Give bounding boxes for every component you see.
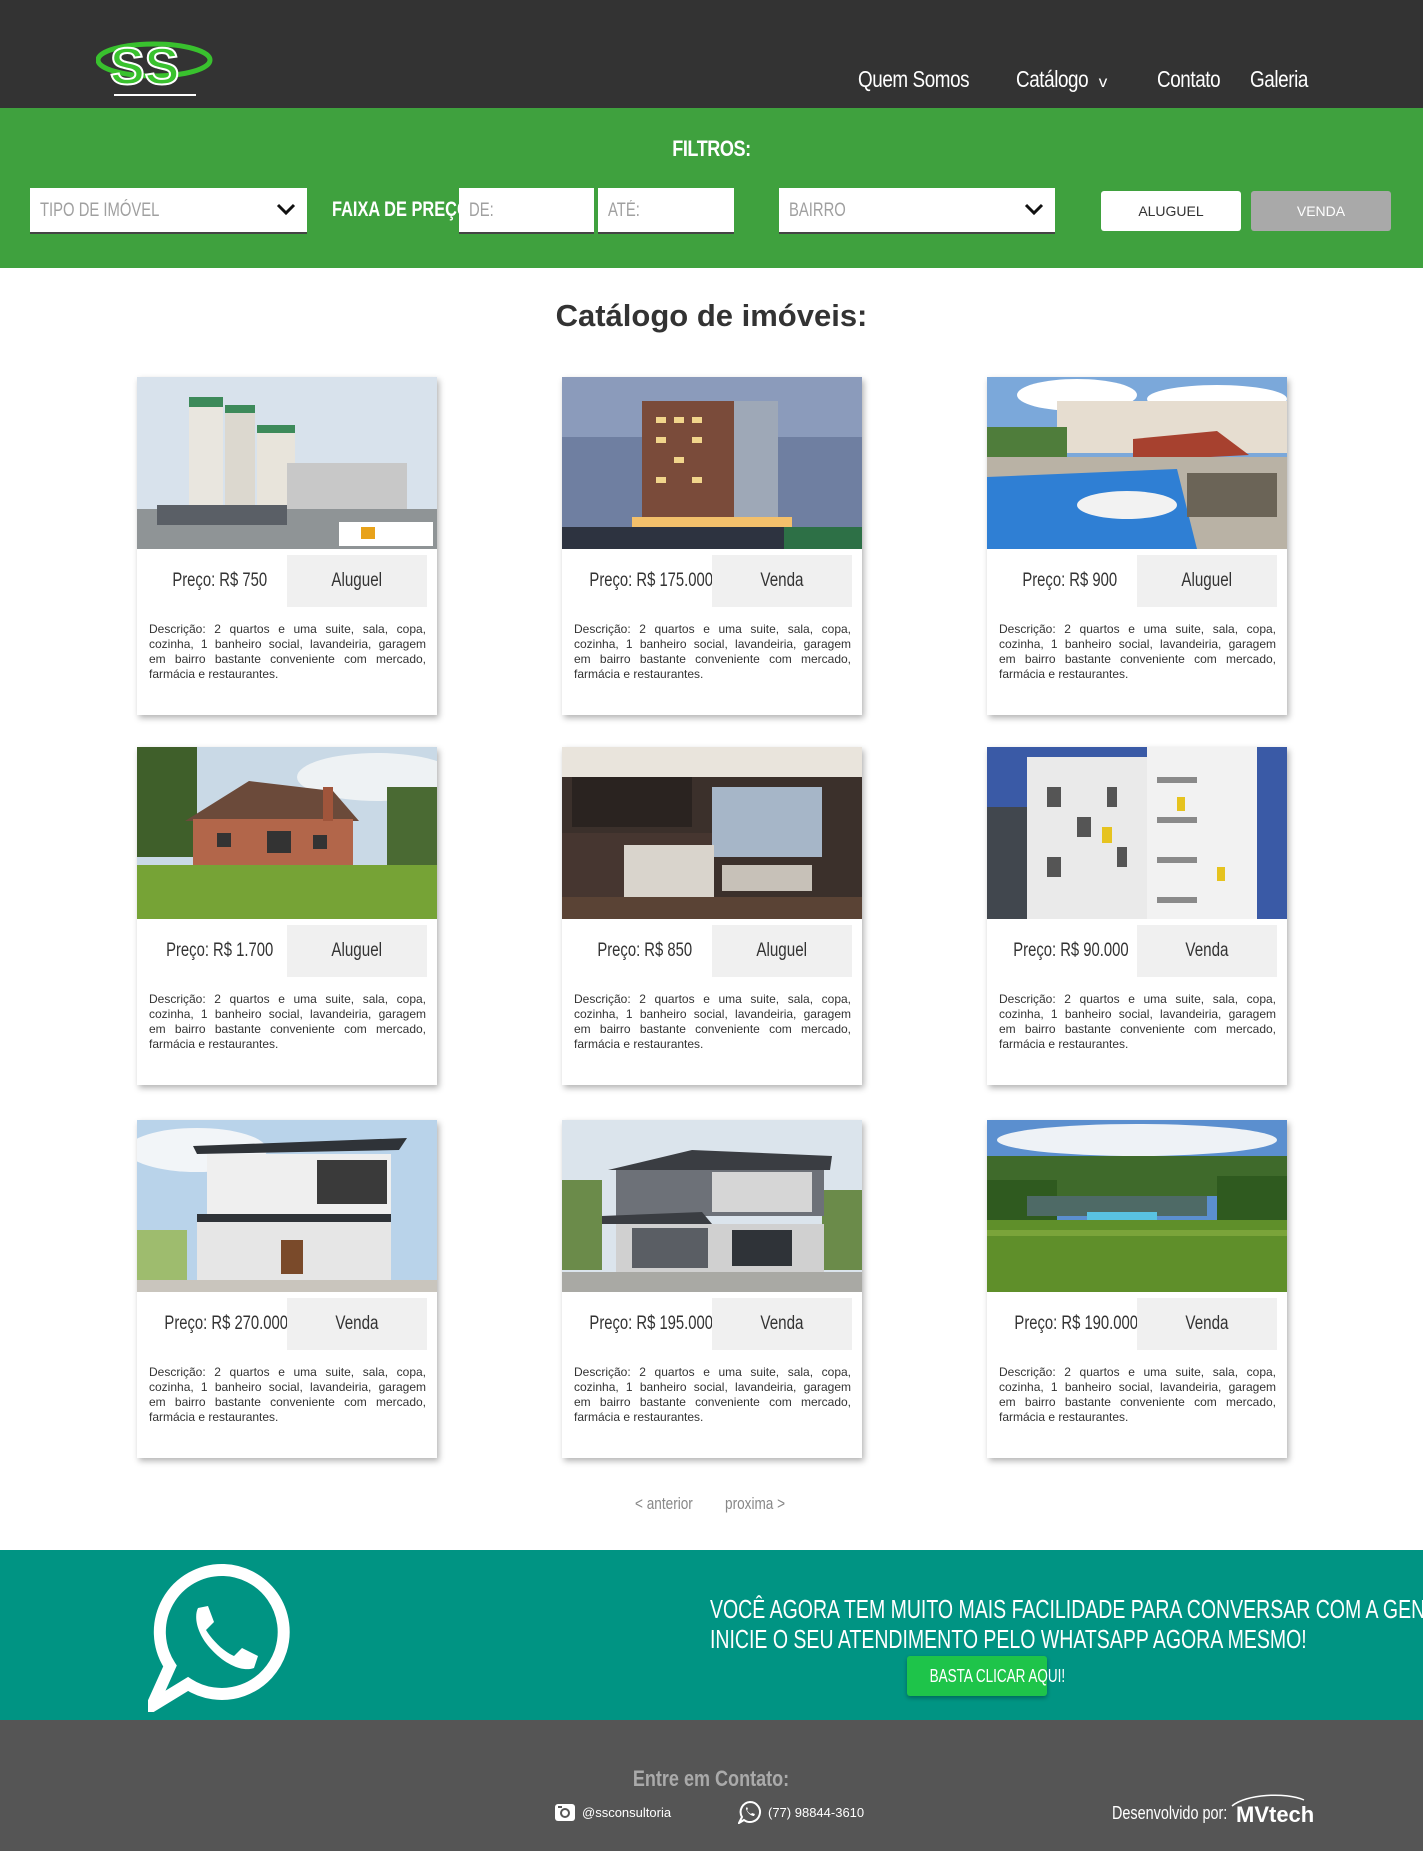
tipo-imovel-placeholder: TIPO DE IMÓVEL bbox=[40, 200, 160, 221]
bairro-select[interactable]: BAIRRO bbox=[779, 188, 1055, 234]
instagram-link[interactable]: @ssconsultoria bbox=[554, 1799, 671, 1825]
property-type-button[interactable]: Venda bbox=[1137, 925, 1277, 977]
property-description: Descrição: 2 quartos e uma suite, sala, … bbox=[999, 1365, 1276, 1424]
property-price: Preço: R$ 90.000 bbox=[1013, 940, 1129, 961]
property-description: Descrição: 2 quartos e uma suite, sala, … bbox=[574, 622, 851, 681]
chevron-down-icon bbox=[1024, 203, 1044, 216]
nav-quem-somos[interactable]: Quem Somos bbox=[858, 66, 970, 93]
property-card[interactable]: Preço: R$ 90.000 Venda Descrição: 2 quar… bbox=[987, 747, 1287, 1085]
preco-de-input[interactable]: DE: bbox=[459, 188, 594, 234]
property-type-button[interactable]: Venda bbox=[1137, 1298, 1277, 1350]
whatsapp-icon[interactable] bbox=[148, 1560, 300, 1712]
property-description: Descrição: 2 quartos e uma suite, sala, … bbox=[149, 622, 426, 681]
filters-title: FILTROS: bbox=[672, 136, 751, 161]
property-photo[interactable] bbox=[137, 1120, 437, 1292]
site-header: SS Quem Somos Catálogo v Contato Galeria bbox=[0, 0, 1423, 108]
property-type-button[interactable]: Venda bbox=[712, 1298, 852, 1350]
main-nav: Quem Somos Catálogo v Contato Galeria bbox=[0, 66, 1423, 100]
property-price: Preço: R$ 850 bbox=[597, 940, 693, 961]
catalog-title: Catálogo de imóveis: bbox=[555, 298, 868, 333]
property-description: Descrição: 2 quartos e uma suite, sala, … bbox=[149, 1365, 426, 1424]
nav-contato[interactable]: Contato bbox=[1157, 66, 1221, 93]
whatsapp-line-1: VOCÊ AGORA TEM MUITO MAIS FACILIDADE PAR… bbox=[710, 1594, 1423, 1624]
filters-bar: FILTROS: TIPO DE IMÓVEL FAIXA DE PREÇO: … bbox=[0, 108, 1423, 268]
tipo-imovel-select[interactable]: TIPO DE IMÓVEL bbox=[30, 188, 307, 234]
property-type-button[interactable]: Aluguel bbox=[712, 925, 852, 977]
property-type-button[interactable]: Venda bbox=[287, 1298, 427, 1350]
phone-link[interactable]: (77) 98844-3610 bbox=[738, 1799, 864, 1825]
property-price: Preço: R$ 270.000 bbox=[164, 1313, 289, 1334]
property-photo[interactable] bbox=[137, 377, 437, 549]
property-description: Descrição: 2 quartos e uma suite, sala, … bbox=[999, 992, 1276, 1051]
pager-prev-link[interactable]: < anterior bbox=[635, 1494, 693, 1514]
whatsapp-icon bbox=[738, 1800, 761, 1824]
property-card[interactable]: Preço: R$ 900 Aluguel Descrição: 2 quart… bbox=[987, 377, 1287, 715]
property-photo[interactable] bbox=[987, 747, 1287, 919]
preco-ate-placeholder: ATÉ: bbox=[608, 200, 640, 221]
property-photo[interactable] bbox=[987, 377, 1287, 549]
property-description: Descrição: 2 quartos e uma suite, sala, … bbox=[999, 622, 1276, 681]
property-type-button[interactable]: Aluguel bbox=[287, 555, 427, 607]
property-price: Preço: R$ 175.000 bbox=[589, 570, 714, 591]
faixa-preco-label: FAIXA DE PREÇO: bbox=[332, 198, 476, 221]
preco-de-placeholder: DE: bbox=[469, 200, 494, 221]
property-card[interactable]: Preço: R$ 270.000 Venda Descrição: 2 qua… bbox=[137, 1120, 437, 1458]
chevron-down-icon bbox=[276, 203, 296, 216]
whatsapp-banner: VOCÊ AGORA TEM MUITO MAIS FACILIDADE PAR… bbox=[0, 1550, 1423, 1720]
property-type-button[interactable]: Aluguel bbox=[287, 925, 427, 977]
property-card[interactable]: Preço: R$ 1.700 Aluguel Descrição: 2 qua… bbox=[137, 747, 437, 1085]
property-price: Preço: R$ 1.700 bbox=[166, 940, 274, 961]
developed-by-label: Desenvolvido por: bbox=[1112, 1803, 1228, 1823]
property-photo[interactable] bbox=[562, 1120, 862, 1292]
contact-title: Entre em Contato: bbox=[632, 1766, 790, 1791]
property-photo[interactable] bbox=[137, 747, 437, 919]
property-price: Preço: R$ 750 bbox=[172, 570, 268, 591]
venda-button[interactable]: VENDA bbox=[1251, 191, 1391, 231]
property-type-button[interactable]: Aluguel bbox=[1137, 555, 1277, 607]
property-price: Preço: R$ 900 bbox=[1022, 570, 1118, 591]
property-description: Descrição: 2 quartos e uma suite, sala, … bbox=[149, 992, 426, 1051]
property-photo[interactable] bbox=[987, 1120, 1287, 1292]
bairro-placeholder: BAIRRO bbox=[789, 200, 846, 221]
property-photo[interactable] bbox=[562, 747, 862, 919]
property-description: Descrição: 2 quartos e uma suite, sala, … bbox=[574, 1365, 851, 1424]
property-photo[interactable] bbox=[562, 377, 862, 549]
nav-catalogo[interactable]: Catálogo v bbox=[1016, 66, 1107, 93]
property-card[interactable]: Preço: R$ 175.000 Venda Descrição: 2 qua… bbox=[562, 377, 862, 715]
pager-next-link[interactable]: proxima > bbox=[725, 1494, 785, 1514]
property-description: Descrição: 2 quartos e uma suite, sala, … bbox=[574, 992, 851, 1051]
whatsapp-line-2: INICIE O SEU ATENDIMENTO PELO WHATSAPP A… bbox=[710, 1624, 1307, 1654]
instagram-icon bbox=[555, 1804, 575, 1821]
property-card[interactable]: Preço: R$ 195.000 Venda Descrição: 2 qua… bbox=[562, 1120, 862, 1458]
preco-ate-input[interactable]: ATÉ: bbox=[598, 188, 734, 234]
instagram-handle: @ssconsultoria bbox=[582, 1804, 672, 1820]
property-price: Preço: R$ 190.000 bbox=[1014, 1313, 1139, 1334]
phone-number: (77) 98844-3610 bbox=[768, 1804, 865, 1820]
aluguel-button[interactable]: ALUGUEL bbox=[1101, 191, 1241, 231]
developer-logo[interactable]: MVtech bbox=[1226, 1792, 1344, 1832]
property-price: Preço: R$ 195.000 bbox=[589, 1313, 714, 1334]
property-type-button[interactable]: Venda bbox=[712, 555, 852, 607]
chevron-down-icon: v bbox=[1098, 74, 1107, 91]
developer-name: MVtech bbox=[1236, 1802, 1314, 1827]
property-card[interactable]: Preço: R$ 750 Aluguel Descrição: 2 quart… bbox=[137, 377, 437, 715]
property-card[interactable]: Preço: R$ 190.000 Venda Descrição: 2 qua… bbox=[987, 1120, 1287, 1458]
property-card[interactable]: Preço: R$ 850 Aluguel Descrição: 2 quart… bbox=[562, 747, 862, 1085]
nav-galeria[interactable]: Galeria bbox=[1250, 66, 1308, 93]
whatsapp-cta-button[interactable]: BASTA CLICAR AQUI! bbox=[907, 1656, 1065, 1696]
site-footer: Entre em Contato: @ssconsultoria (77) 98… bbox=[0, 1720, 1423, 1851]
nav-catalogo-label: Catálogo bbox=[1016, 66, 1089, 92]
